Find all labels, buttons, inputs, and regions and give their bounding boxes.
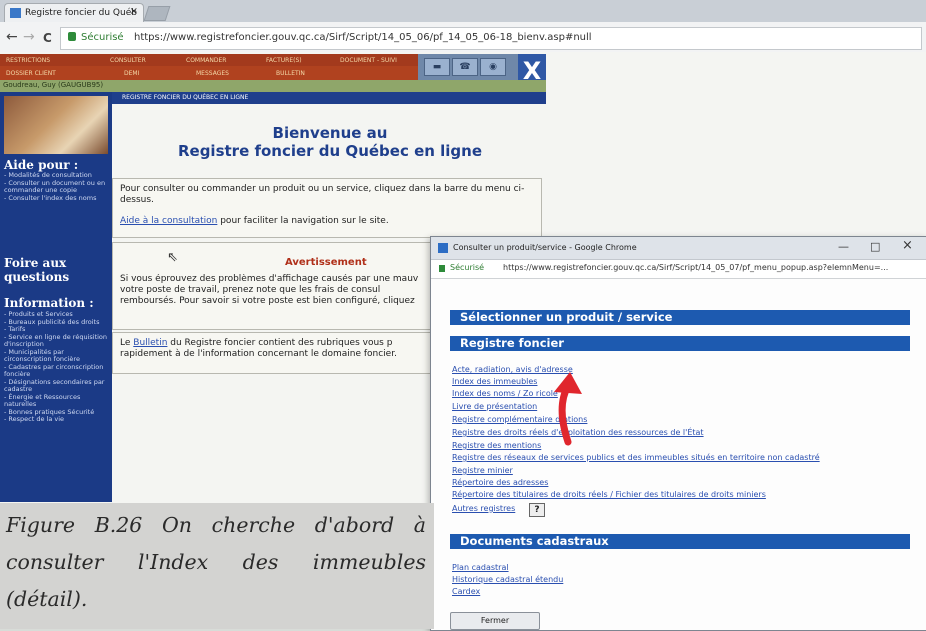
mouse-cursor-icon: ⇖ [167,250,178,265]
menu-commander[interactable]: COMMANDER [186,57,226,64]
tab-close-icon[interactable]: × [130,6,138,17]
menu-messages[interactable]: MESSAGES [196,70,229,77]
address-bar[interactable]: Sécurisé https://www.registrefoncier.gou… [60,27,922,50]
welcome-heading-line1: Bienvenue au [272,124,388,142]
url-text: https://www.registrefoncier.gouv.qc.ca/S… [134,32,592,43]
bulletin-link[interactable]: Bulletin [133,338,167,348]
back-arrow-icon[interactable]: ← [6,29,18,45]
faq-title-line2[interactable]: questions [4,270,69,284]
help-line-text: pour faciliter la navigation sur le site… [217,216,389,226]
menu-demi[interactable]: DEMI [124,70,139,77]
menu-dossier-client[interactable]: DOSSIER CLIENT [6,70,56,77]
popup-title: Consulter un produit/service - Google Ch… [453,243,637,252]
popup-lock-icon [439,265,445,272]
registre-foncier-header: Registre foncier [450,336,910,351]
link-cardex[interactable]: Cardex [452,587,480,596]
bulletin-prefix: Le [120,338,134,348]
browser-tab[interactable]: Registre foncier du Québ × [4,3,144,23]
fermer-button[interactable]: Fermer [450,612,540,630]
aide-link[interactable]: - Consulter l'index des noms [4,194,108,203]
popup-url: https://www.registrefoncier.gouv.qc.ca/S… [503,263,889,272]
popup-close-icon[interactable]: × [902,238,913,253]
info-link[interactable]: - Municipalités par circonscription fonc… [4,348,108,364]
menu-bulletin[interactable]: BULLETIN [276,70,305,77]
information-list: - Produits et Services - Bureaux publici… [4,310,108,424]
info-link[interactable]: - Énergie et Ressources naturelles [4,393,108,409]
welcome-heading-line2: Registre foncier du Québec en ligne [177,142,483,160]
folders-icon[interactable]: ▬ [424,58,450,76]
popup-security-label: Sécurisé [450,263,485,272]
globe-icon[interactable]: ◉ [480,58,506,76]
figure-caption: Figure B.26 On cherche d'abord à consult… [6,513,426,611]
warning-title: Avertissement [285,257,367,268]
link-registre-minier[interactable]: Registre minier [452,466,513,475]
information-title: Information : [4,296,94,310]
documents-cadastraux-header: Documents cadastraux [450,534,910,549]
info-link[interactable]: - Désignations secondaires par cadastre [4,378,108,394]
link-repertoire-titulaires[interactable]: Répertoire des titulaires de droits réel… [452,490,766,499]
help-line: Aide à la consultation pour faciliter la… [120,216,530,227]
forward-arrow-icon[interactable]: → [23,29,35,45]
link-plan-cadastral[interactable]: Plan cadastral [452,563,509,572]
menu-document-suivi[interactable]: DOCUMENT - SUIVI [340,57,397,64]
info-link[interactable]: - Cadastres par circonscription foncière [4,363,108,379]
aide-link[interactable]: - Consulter un document ou en commander … [4,179,108,195]
aide-list: - Modalités de consultation - Consulter … [4,171,108,203]
aide-title: Aide pour : [4,158,79,172]
link-repertoire-adresses[interactable]: Répertoire des adresses [452,478,548,487]
link-index-immeubles[interactable]: Index des immeubles [452,377,537,386]
popup-favicon-icon [438,243,448,253]
help-button[interactable]: ? [529,503,545,517]
maximize-icon[interactable]: □ [870,240,880,253]
instructions-text: Pour consulter ou commander un produit o… [120,184,525,205]
lock-icon [68,32,76,41]
aide-consultation-link[interactable]: Aide à la consultation [120,216,217,226]
popup-address-bar[interactable]: Sécurisé https://www.registrefoncier.gou… [431,260,926,279]
books-image [4,96,108,154]
menu-consulter[interactable]: CONSULTER [110,57,146,64]
bulletin-text: Le Bulletin du Registre foncier contient… [120,338,432,364]
link-registre-reseaux[interactable]: Registre des réseaux de services publics… [452,453,820,462]
warning-text: Si vous éprouvez des problèmes d'afficha… [120,274,419,306]
info-link[interactable]: - Respect de la vie [4,415,108,424]
link-registre-mentions[interactable]: Registre des mentions [452,441,541,450]
site-banner-text: REGISTRE FONCIER DU QUÉBEC EN LIGNE [122,94,249,101]
phone-icon[interactable]: ☎ [452,58,478,76]
info-link[interactable]: - Service en ligne de réquisition d'insc… [4,333,108,349]
link-autres-registres[interactable]: Autres registres [452,504,515,513]
link-livre-presentation[interactable]: Livre de présentation [452,402,537,411]
select-product-header: Sélectionner un produit / service [450,310,910,325]
site-favicon-icon [10,8,21,18]
faq-title-line1[interactable]: Foire aux [4,256,66,270]
security-label: Sécurisé [81,32,124,43]
red-arrow-icon [554,372,582,446]
menu-factures[interactable]: FACTURE(S) [266,57,302,64]
menu-restrictions[interactable]: RESTRICTIONS [6,57,50,64]
minimize-icon[interactable]: — [838,240,849,253]
user-name: Goudreau, Guy (GAUGUB95) [3,81,104,89]
reload-icon[interactable]: C [43,31,52,45]
tab-title: Registre foncier du Québ [25,8,137,18]
link-historique-cadastral[interactable]: Historique cadastral étendu [452,575,563,584]
